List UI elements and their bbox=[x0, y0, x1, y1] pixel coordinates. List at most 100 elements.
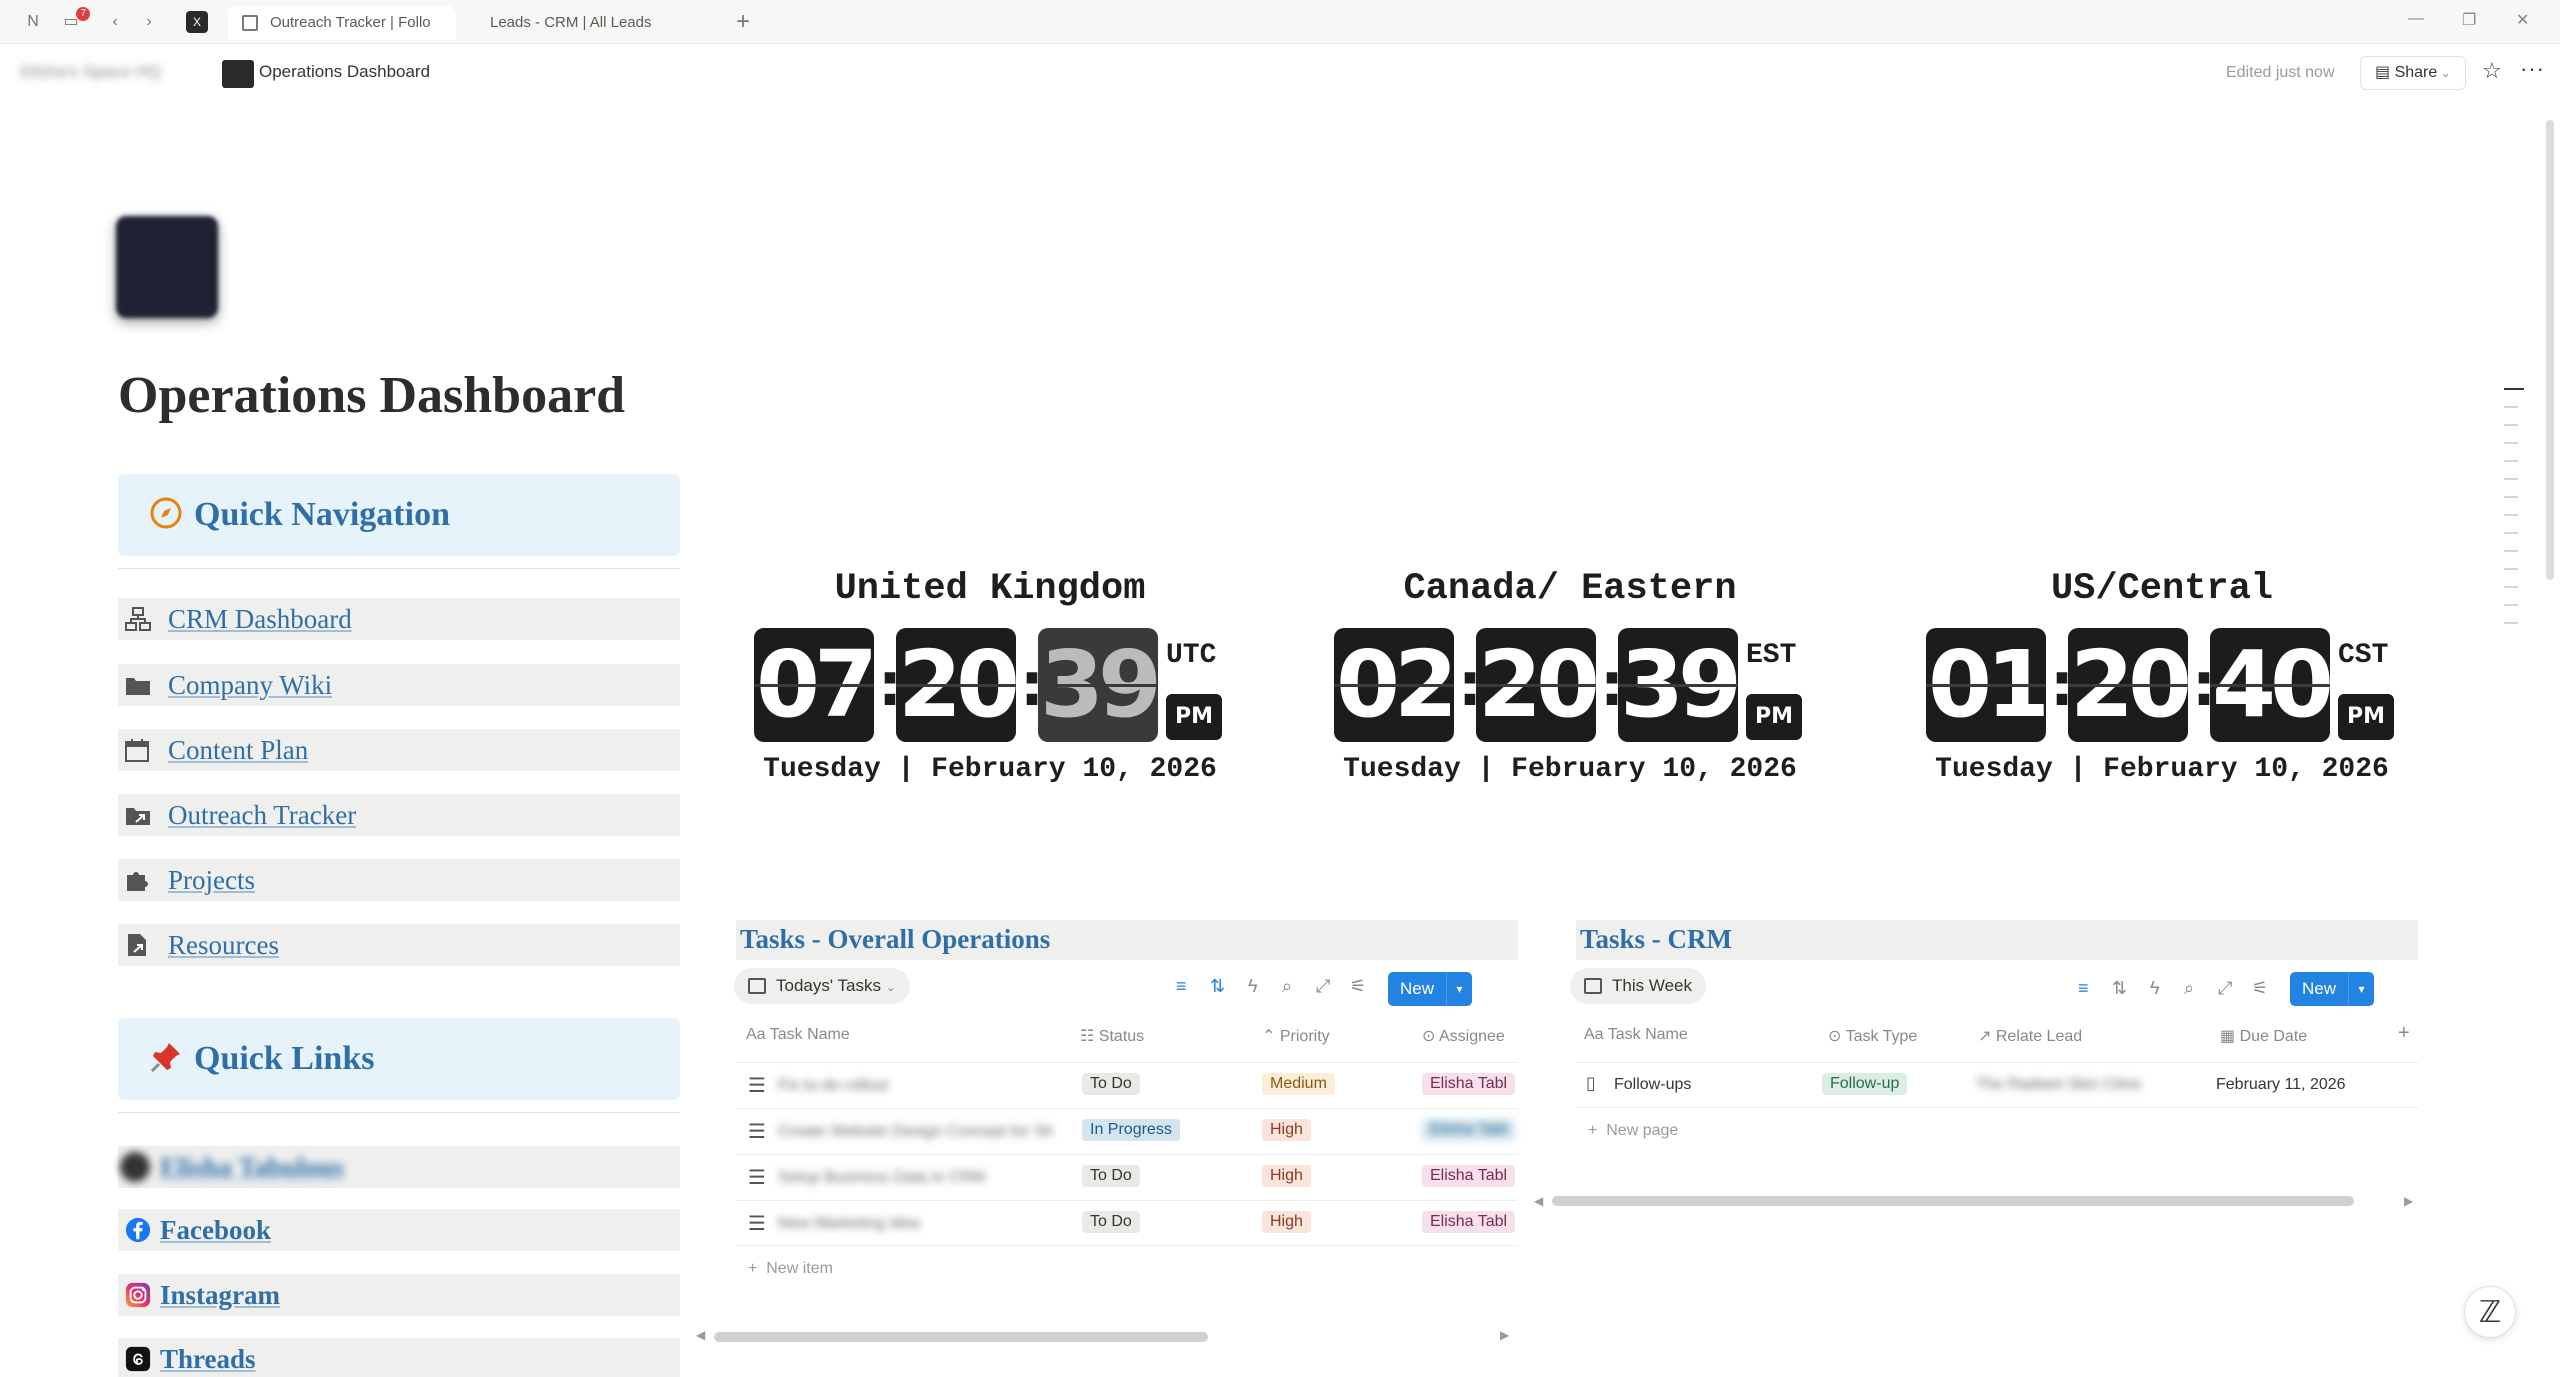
status-badge[interactable]: In Progress bbox=[1082, 1119, 1180, 1141]
assignee[interactable]: Elisha Tabl bbox=[1422, 1211, 1518, 1233]
settings-sliders-icon[interactable]: ⚟ bbox=[1350, 976, 1366, 997]
table-of-contents-minimap[interactable] bbox=[2504, 388, 2524, 640]
link-label[interactable]: Elisha Tabulous bbox=[160, 1152, 344, 1183]
task-name[interactable]: Setup Business Data in CRM bbox=[778, 1169, 1058, 1187]
status-badge[interactable]: To Do bbox=[1082, 1211, 1140, 1233]
nav-label[interactable]: Company Wiki bbox=[168, 670, 332, 701]
sort-icon[interactable]: ⇅ bbox=[2112, 978, 2127, 999]
page-title[interactable]: Operations Dashboard bbox=[118, 366, 625, 425]
nav-label[interactable]: Projects bbox=[168, 865, 255, 896]
new-crm-task-button[interactable]: New ▾ bbox=[2290, 972, 2374, 1006]
scroll-right-icon[interactable]: ▶ bbox=[2404, 1194, 2413, 1208]
table-row[interactable]: ☰ Create Website Design Concept for Sh I… bbox=[736, 1108, 1518, 1154]
horizontal-scrollbar[interactable] bbox=[1552, 1196, 2354, 1206]
scroll-right-icon[interactable]: ▶ bbox=[1500, 1328, 1509, 1342]
sort-icon[interactable]: ⇅ bbox=[1210, 976, 1225, 997]
breadcrumb-page[interactable]: Operations Dashboard bbox=[259, 62, 430, 82]
tab-overview-icon[interactable]: ▭ 7 bbox=[60, 7, 90, 33]
share-button[interactable]: ▤ Share ⌄ bbox=[2360, 56, 2466, 90]
column-header-assignee[interactable]: ⊙ Assignee bbox=[1422, 1026, 1518, 1046]
column-header-task-type[interactable]: ⊙ Task Type bbox=[1828, 1026, 1917, 1046]
nav-label[interactable]: Outreach Tracker bbox=[168, 800, 356, 831]
view-tab-todays-tasks[interactable]: Todays' Tasks ⌄ bbox=[734, 968, 910, 1004]
table-row[interactable]: ☰ New Marketing Idea To Do High Elisha T… bbox=[736, 1200, 1518, 1246]
nav-label[interactable]: Resources bbox=[168, 930, 279, 961]
minimize-button[interactable]: — bbox=[2408, 10, 2424, 28]
task-name[interactable]: Create Website Design Concept for Sh bbox=[778, 1123, 1058, 1141]
table-row[interactable]: ☰ Fix to-do rollout To Do Medium Elisha … bbox=[736, 1062, 1518, 1108]
search-icon[interactable]: ⌕ bbox=[2184, 978, 2194, 999]
chevron-down-icon[interactable]: ▾ bbox=[2348, 972, 2374, 1006]
priority-badge[interactable]: High bbox=[1262, 1119, 1311, 1141]
column-header-priority[interactable]: ⌃ Priority bbox=[1262, 1026, 1330, 1046]
favorite-star-icon[interactable]: ☆ bbox=[2482, 58, 2502, 84]
forward-arrow-icon[interactable]: › bbox=[138, 11, 160, 33]
nav-projects[interactable]: Projects bbox=[118, 859, 680, 901]
nav-label[interactable]: CRM Dashboard bbox=[168, 604, 352, 635]
link-personal-profile[interactable]: Elisha Tabulous bbox=[118, 1146, 680, 1188]
automation-lightning-icon[interactable]: ϟ bbox=[1248, 976, 1258, 997]
pinned-tab-icon[interactable]: X bbox=[186, 11, 208, 33]
due-date[interactable]: February 11, 2026 bbox=[2216, 1076, 2346, 1094]
notion-app-icon[interactable]: N bbox=[22, 11, 44, 33]
relate-lead[interactable]: The Radiant Skin Clinic bbox=[1976, 1076, 2186, 1094]
restore-button[interactable]: ❐ bbox=[2462, 10, 2476, 30]
task-name[interactable]: Fix to-do rollout bbox=[778, 1077, 1058, 1095]
new-item-button[interactable]: + New item bbox=[748, 1260, 833, 1278]
filter-icon[interactable]: ≡ bbox=[2078, 978, 2089, 999]
vertical-scrollbar[interactable] bbox=[2546, 120, 2554, 580]
view-tab-this-week[interactable]: This Week bbox=[1570, 968, 1706, 1004]
link-threads[interactable]: Threads bbox=[118, 1338, 680, 1377]
task-name[interactable]: New Marketing Idea bbox=[778, 1215, 1058, 1233]
nav-resources[interactable]: Resources bbox=[118, 924, 680, 966]
priority-badge[interactable]: High bbox=[1262, 1165, 1311, 1187]
status-badge[interactable]: To Do bbox=[1082, 1073, 1140, 1095]
task-type-badge[interactable]: Follow-up bbox=[1822, 1073, 1908, 1095]
nav-outreach-tracker[interactable]: Outreach Tracker bbox=[118, 794, 680, 836]
settings-sliders-icon[interactable]: ⚟ bbox=[2252, 978, 2268, 999]
assignee[interactable]: Elisha Tabl bbox=[1422, 1073, 1518, 1095]
tab-outreach-tracker[interactable]: Outreach Tracker | Follo bbox=[228, 6, 456, 40]
priority-badge[interactable]: High bbox=[1262, 1211, 1311, 1233]
column-header-task-name[interactable]: Aa Task Name bbox=[746, 1026, 850, 1044]
nav-content-plan[interactable]: Content Plan bbox=[118, 729, 680, 771]
expand-icon[interactable]: ⤢ bbox=[2218, 978, 2232, 999]
search-icon[interactable]: ⌕ bbox=[1282, 976, 1292, 997]
notion-ai-help-button[interactable]: ℤ bbox=[2464, 1286, 2516, 1338]
chevron-down-icon[interactable]: ▾ bbox=[1446, 972, 1472, 1006]
new-task-button[interactable]: New ▾ bbox=[1388, 972, 1472, 1006]
link-instagram[interactable]: Instagram bbox=[118, 1274, 680, 1316]
more-options-icon[interactable]: ··· bbox=[2520, 56, 2545, 82]
expand-icon[interactable]: ⤢ bbox=[1316, 976, 1330, 997]
close-window-button[interactable]: ✕ bbox=[2516, 10, 2529, 30]
tasks-ops-title[interactable]: Tasks - Overall Operations bbox=[740, 924, 1050, 955]
scroll-left-icon[interactable]: ◀ bbox=[696, 1328, 705, 1342]
column-header-due-date[interactable]: ▦ Due Date bbox=[2220, 1026, 2307, 1046]
nav-crm-dashboard[interactable]: CRM Dashboard bbox=[118, 598, 680, 640]
table-row[interactable]: ☰ Setup Business Data in CRM To Do High … bbox=[736, 1154, 1518, 1200]
assignee[interactable]: Elisha Tabl bbox=[1422, 1165, 1518, 1187]
back-arrow-icon[interactable]: ‹ bbox=[104, 11, 126, 33]
column-header-relate-lead[interactable]: ↗ Relate Lead bbox=[1978, 1026, 2082, 1046]
horizontal-scrollbar[interactable] bbox=[714, 1332, 1208, 1342]
table-row[interactable]: ▯ Follow-ups Follow-up The Radiant Skin … bbox=[1576, 1062, 2418, 1108]
status-badge[interactable]: To Do bbox=[1082, 1165, 1140, 1187]
nav-label[interactable]: Content Plan bbox=[168, 735, 308, 766]
automation-lightning-icon[interactable]: ϟ bbox=[2150, 978, 2160, 999]
assignee[interactable]: Elisha Tabl bbox=[1422, 1119, 1518, 1141]
add-column-plus-icon[interactable]: + bbox=[2398, 1022, 2410, 1045]
link-facebook[interactable]: Facebook bbox=[118, 1209, 680, 1251]
tasks-crm-title[interactable]: Tasks - CRM bbox=[1580, 924, 1732, 955]
column-header-task-name[interactable]: Aa Task Name bbox=[1584, 1026, 1688, 1044]
new-page-button[interactable]: + New page bbox=[1588, 1122, 1678, 1140]
link-label[interactable]: Facebook bbox=[160, 1215, 271, 1246]
filter-icon[interactable]: ≡ bbox=[1176, 976, 1187, 997]
page-cover-icon[interactable] bbox=[116, 216, 218, 318]
column-header-status[interactable]: ☷ Status bbox=[1080, 1026, 1144, 1046]
scroll-left-icon[interactable]: ◀ bbox=[1534, 1194, 1543, 1208]
link-label[interactable]: Threads bbox=[160, 1344, 256, 1375]
tab-leads-crm[interactable]: Leads - CRM | All Leads bbox=[456, 6, 712, 40]
breadcrumb-workspace[interactable]: Elisha's Space HQ bbox=[20, 62, 161, 82]
link-label[interactable]: Instagram bbox=[160, 1280, 280, 1311]
new-tab-button[interactable]: + bbox=[732, 10, 754, 34]
